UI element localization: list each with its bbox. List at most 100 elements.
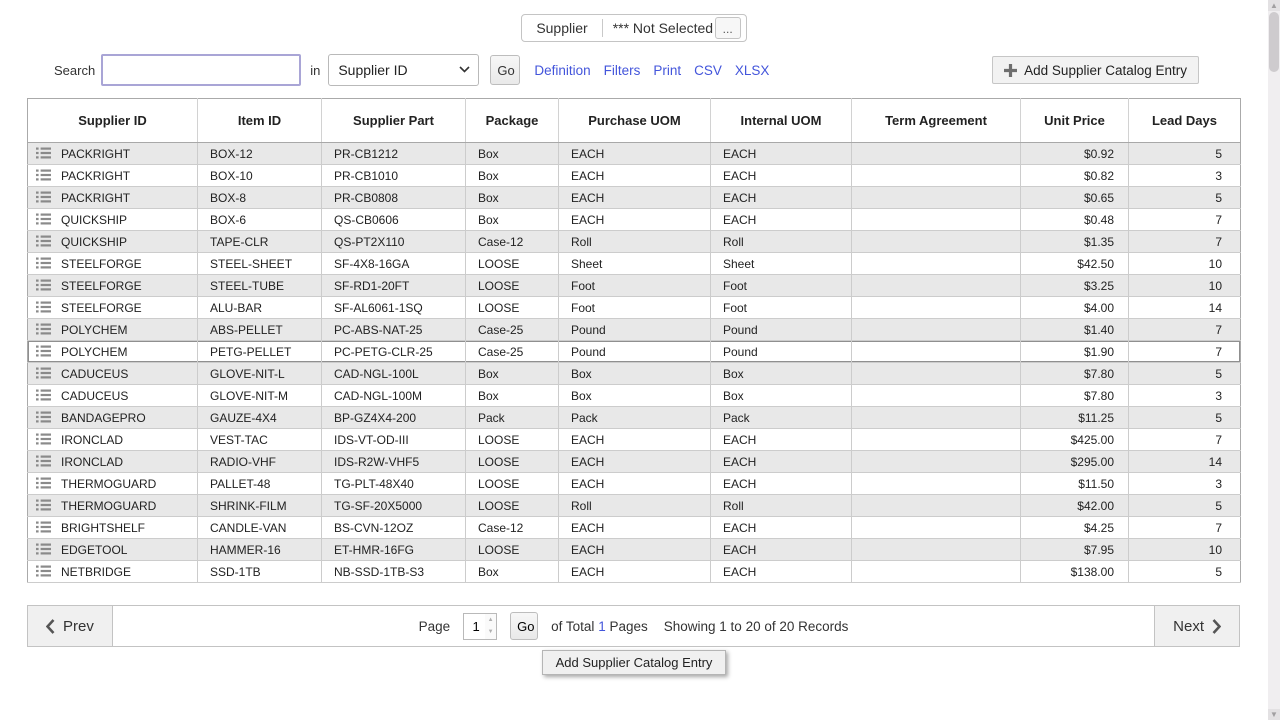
- table-row[interactable]: STEELFORGESTEEL-SHEETSF-4X8-16GALOOSEShe…: [28, 253, 1241, 275]
- cell-supplier-id-text: POLYCHEM: [61, 323, 127, 337]
- cell-lead-days: 10: [1129, 539, 1241, 561]
- col-header-package[interactable]: Package: [466, 99, 559, 143]
- table-row[interactable]: EDGETOOLHAMMER-16ET-HMR-16FGLOOSEEACHEAC…: [28, 539, 1241, 561]
- cell-supplier-id-text: BRIGHTSHELF: [61, 521, 145, 535]
- page-go-button[interactable]: Go: [510, 612, 538, 640]
- supplier-selector[interactable]: Supplier *** Not Selected ...: [521, 14, 746, 42]
- cell-package: Box: [466, 165, 559, 187]
- table-row[interactable]: QUICKSHIPBOX-6QS-CB0606BoxEACHEACH$0.487: [28, 209, 1241, 231]
- col-header-internal-uom[interactable]: Internal UOM: [711, 99, 852, 143]
- supplier-picker-button[interactable]: ...: [715, 17, 741, 39]
- table-row[interactable]: IRONCLADVEST-TACIDS-VT-OD-IIILOOSEEACHEA…: [28, 429, 1241, 451]
- row-menu-icon[interactable]: [36, 345, 51, 357]
- table-row[interactable]: QUICKSHIPTAPE-CLRQS-PT2X110Case-12RollRo…: [28, 231, 1241, 253]
- row-menu-icon[interactable]: [36, 499, 51, 511]
- table-row[interactable]: NETBRIDGESSD-1TBNB-SSD-1TB-S3BoxEACHEACH…: [28, 561, 1241, 583]
- table-row[interactable]: BRIGHTSHELFCANDLE-VANBS-CVN-12OZCase-12E…: [28, 517, 1241, 539]
- row-menu-icon[interactable]: [36, 565, 51, 577]
- table-row[interactable]: PACKRIGHTBOX-10PR-CB1010BoxEACHEACH$0.82…: [28, 165, 1241, 187]
- row-menu-icon[interactable]: [36, 235, 51, 247]
- table-row[interactable]: STEELFORGEALU-BARSF-AL6061-1SQLOOSEFootF…: [28, 297, 1241, 319]
- table-row[interactable]: PACKRIGHTBOX-12PR-CB1212BoxEACHEACH$0.92…: [28, 143, 1241, 165]
- scrollbar[interactable]: ▲ ▼: [1268, 0, 1280, 720]
- row-menu-icon[interactable]: [36, 257, 51, 269]
- row-menu-icon[interactable]: [36, 279, 51, 291]
- search-input[interactable]: [101, 54, 301, 86]
- cell-supplier-part: SF-RD1-20FT: [322, 275, 466, 297]
- csv-link[interactable]: CSV: [694, 63, 722, 78]
- cell-internal-uom: EACH: [711, 451, 852, 473]
- cell-internal-uom: EACH: [711, 429, 852, 451]
- row-menu-icon[interactable]: [36, 147, 51, 159]
- cell-term-agreement: [852, 385, 1021, 407]
- row-menu-icon[interactable]: [36, 169, 51, 181]
- scrollbar-thumb[interactable]: [1269, 12, 1279, 72]
- add-supplier-catalog-entry-button-bottom[interactable]: Add Supplier Catalog Entry: [542, 650, 727, 675]
- scroll-up-button[interactable]: ▲: [1268, 0, 1280, 11]
- table-row[interactable]: POLYCHEMABS-PELLETPC-ABS-NAT-25Case-25Po…: [28, 319, 1241, 341]
- cell-unit-price: $7.95: [1021, 539, 1129, 561]
- table-row[interactable]: STEELFORGESTEEL-TUBESF-RD1-20FTLOOSEFoot…: [28, 275, 1241, 297]
- search-go-button[interactable]: Go: [490, 55, 520, 85]
- row-menu-icon[interactable]: [36, 191, 51, 203]
- cell-item-id: SHRINK-FILM: [198, 495, 322, 517]
- spinner-down-icon[interactable]: ▼: [485, 626, 496, 639]
- row-menu-icon[interactable]: [36, 411, 51, 423]
- table-row[interactable]: BANDAGEPROGAUZE-4X4BP-GZ4X4-200PackPackP…: [28, 407, 1241, 429]
- table-row[interactable]: IRONCLADRADIO-VHFIDS-R2W-VHF5LOOSEEACHEA…: [28, 451, 1241, 473]
- row-menu-icon[interactable]: [36, 477, 51, 489]
- cell-item-id: GLOVE-NIT-L: [198, 363, 322, 385]
- table-row[interactable]: PACKRIGHTBOX-8PR-CB0808BoxEACHEACH$0.655: [28, 187, 1241, 209]
- cell-package: LOOSE: [466, 495, 559, 517]
- col-header-supplier-id[interactable]: Supplier ID: [28, 99, 198, 143]
- page-input-spinner[interactable]: ▲▼: [485, 614, 496, 639]
- xlsx-link[interactable]: XLSX: [735, 63, 770, 78]
- cell-supplier-part: ET-HMR-16FG: [322, 539, 466, 561]
- table-row[interactable]: POLYCHEMPETG-PELLETPC-PETG-CLR-25Case-25…: [28, 341, 1241, 363]
- table-row[interactable]: CADUCEUSGLOVE-NIT-MCAD-NGL-100MBoxBoxBox…: [28, 385, 1241, 407]
- cell-term-agreement: [852, 231, 1021, 253]
- add-supplier-catalog-entry-button-top[interactable]: Add Supplier Catalog Entry: [992, 56, 1199, 84]
- col-header-term-agreement[interactable]: Term Agreement: [852, 99, 1021, 143]
- print-link[interactable]: Print: [653, 63, 681, 78]
- table-row[interactable]: THERMOGUARDSHRINK-FILMTG-SF-20X5000LOOSE…: [28, 495, 1241, 517]
- col-header-lead-days[interactable]: Lead Days: [1129, 99, 1241, 143]
- col-header-item-id[interactable]: Item ID: [198, 99, 322, 143]
- definition-link[interactable]: Definition: [534, 63, 590, 78]
- row-menu-icon[interactable]: [36, 389, 51, 401]
- cell-supplier-part: TG-PLT-48X40: [322, 473, 466, 495]
- cell-lead-days: 10: [1129, 275, 1241, 297]
- col-header-purchase-uom[interactable]: Purchase UOM: [559, 99, 711, 143]
- col-header-supplier-part[interactable]: Supplier Part: [322, 99, 466, 143]
- cell-package: Case-25: [466, 319, 559, 341]
- table-row[interactable]: CADUCEUSGLOVE-NIT-LCAD-NGL-100LBoxBoxBox…: [28, 363, 1241, 385]
- of-total-suffix: Pages: [609, 619, 647, 634]
- cell-package: Box: [466, 363, 559, 385]
- cell-supplier-id: BRIGHTSHELF: [28, 517, 198, 539]
- search-field-select[interactable]: Supplier ID: [328, 54, 479, 86]
- table-row[interactable]: THERMOGUARDPALLET-48TG-PLT-48X40LOOSEEAC…: [28, 473, 1241, 495]
- cell-item-id: PETG-PELLET: [198, 341, 322, 363]
- row-menu-icon[interactable]: [36, 543, 51, 555]
- col-header-unit-price[interactable]: Unit Price: [1021, 99, 1129, 143]
- row-menu-icon[interactable]: [36, 301, 51, 313]
- next-page-button[interactable]: Next: [1154, 606, 1239, 646]
- cell-supplier-id: THERMOGUARD: [28, 495, 198, 517]
- scroll-down-button[interactable]: ▼: [1268, 709, 1280, 720]
- row-menu-icon[interactable]: [36, 433, 51, 445]
- row-menu-icon[interactable]: [36, 213, 51, 225]
- row-menu-icon[interactable]: [36, 455, 51, 467]
- cell-supplier-id-text: IRONCLAD: [61, 433, 123, 447]
- row-menu-icon[interactable]: [36, 521, 51, 533]
- cell-purchase-uom: EACH: [559, 451, 711, 473]
- row-menu-icon[interactable]: [36, 323, 51, 335]
- prev-page-button[interactable]: Prev: [28, 606, 113, 646]
- spinner-up-icon[interactable]: ▲: [485, 614, 496, 627]
- cell-purchase-uom: EACH: [559, 561, 711, 583]
- cell-lead-days: 7: [1129, 341, 1241, 363]
- cell-purchase-uom: Box: [559, 363, 711, 385]
- cell-package: Box: [466, 187, 559, 209]
- filters-link[interactable]: Filters: [604, 63, 641, 78]
- cell-package: LOOSE: [466, 275, 559, 297]
- row-menu-icon[interactable]: [36, 367, 51, 379]
